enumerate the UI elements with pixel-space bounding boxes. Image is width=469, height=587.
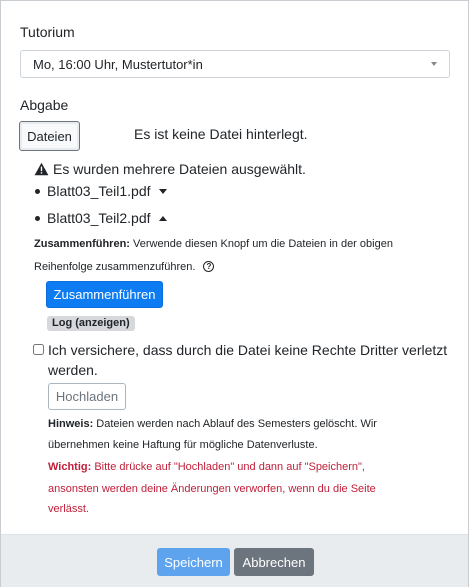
merge-hint-line2: Reihenfolge zusammenzuführen.? (34, 261, 215, 273)
file-item: Blatt03_Teil1.pdf (35, 183, 167, 199)
important-text-line2: ansonsten werden deine Änderungen verwor… (48, 483, 376, 495)
merge-hint-text-line1: Verwende diesen Knopf um die Dateien in … (133, 238, 393, 250)
note-line1: Hinweis: Dateien werden nach Ablauf des … (48, 414, 428, 434)
warning-text: Es wurden mehrere Dateien ausgewählt. (53, 161, 306, 177)
file-item: Blatt03_Teil2.pdf (35, 210, 167, 226)
move-up-icon[interactable] (158, 215, 167, 221)
consent-label[interactable]: Ich versichere, dass durch die Datei kei… (48, 340, 448, 380)
important-text-line1: Bitte drücke auf "Hochladen" und dann au… (94, 461, 365, 473)
merge-hint: Zusammenführen: Verwende diesen Knopf um… (34, 238, 393, 250)
tutorium-label: Tutorium (20, 24, 75, 40)
cancel-button[interactable]: Abbrechen (234, 548, 314, 576)
files-button[interactable]: Dateien (19, 121, 80, 151)
save-button[interactable]: Speichern (157, 548, 230, 576)
move-down-icon[interactable] (158, 188, 167, 194)
merge-button[interactable]: Zusammenführen (46, 281, 163, 308)
note-text-line1: Dateien werden nach Ablauf des Semesters… (96, 418, 377, 430)
consent-checkbox[interactable] (33, 344, 44, 355)
merge-hint-bold: Zusammenführen: (34, 238, 130, 250)
log-badge[interactable]: Log (anzeigen) (47, 316, 135, 331)
bullet-icon (35, 188, 40, 194)
important-bold: Wichtig: (48, 461, 92, 473)
multiple-files-warning: Es wurden mehrere Dateien ausgewählt. (34, 161, 306, 177)
no-file-text: Es ist keine Datei hinterlegt. (134, 126, 308, 142)
warning-icon (34, 162, 49, 176)
important-text-line3: verlässt. (48, 503, 89, 515)
tutorium-selected-value: Mo, 16:00 Uhr, Mustertutor*in (33, 56, 203, 72)
important-line1: Wichtig: Bitte drücke auf "Hochladen" un… (48, 457, 428, 477)
abgabe-label: Abgabe (20, 97, 69, 113)
important-line2: ansonsten werden deine Änderungen verwor… (48, 479, 428, 499)
file-name: Blatt03_Teil1.pdf (47, 183, 151, 199)
merge-hint-text-line2: Reihenfolge zusammenzuführen. (34, 261, 196, 273)
file-name: Blatt03_Teil2.pdf (47, 210, 151, 226)
chevron-down-icon (431, 62, 437, 66)
bullet-icon (35, 215, 40, 221)
important-line3: verlässt. (48, 499, 428, 519)
question-circle-icon[interactable]: ? (203, 261, 215, 272)
note-text-line2: übernehmen keine Haftung für mögliche Da… (48, 439, 318, 451)
dialog-body: Tutorium Mo, 16:00 Uhr, Mustertutor*in A… (1, 1, 468, 534)
note-line2: übernehmen keine Haftung für mögliche Da… (48, 435, 428, 455)
note-bold: Hinweis: (48, 418, 94, 430)
tutorium-select[interactable]: Mo, 16:00 Uhr, Mustertutor*in (20, 50, 450, 78)
upload-button[interactable]: Hochladen (48, 383, 126, 410)
dialog: Tutorium Mo, 16:00 Uhr, Mustertutor*in A… (0, 0, 469, 587)
